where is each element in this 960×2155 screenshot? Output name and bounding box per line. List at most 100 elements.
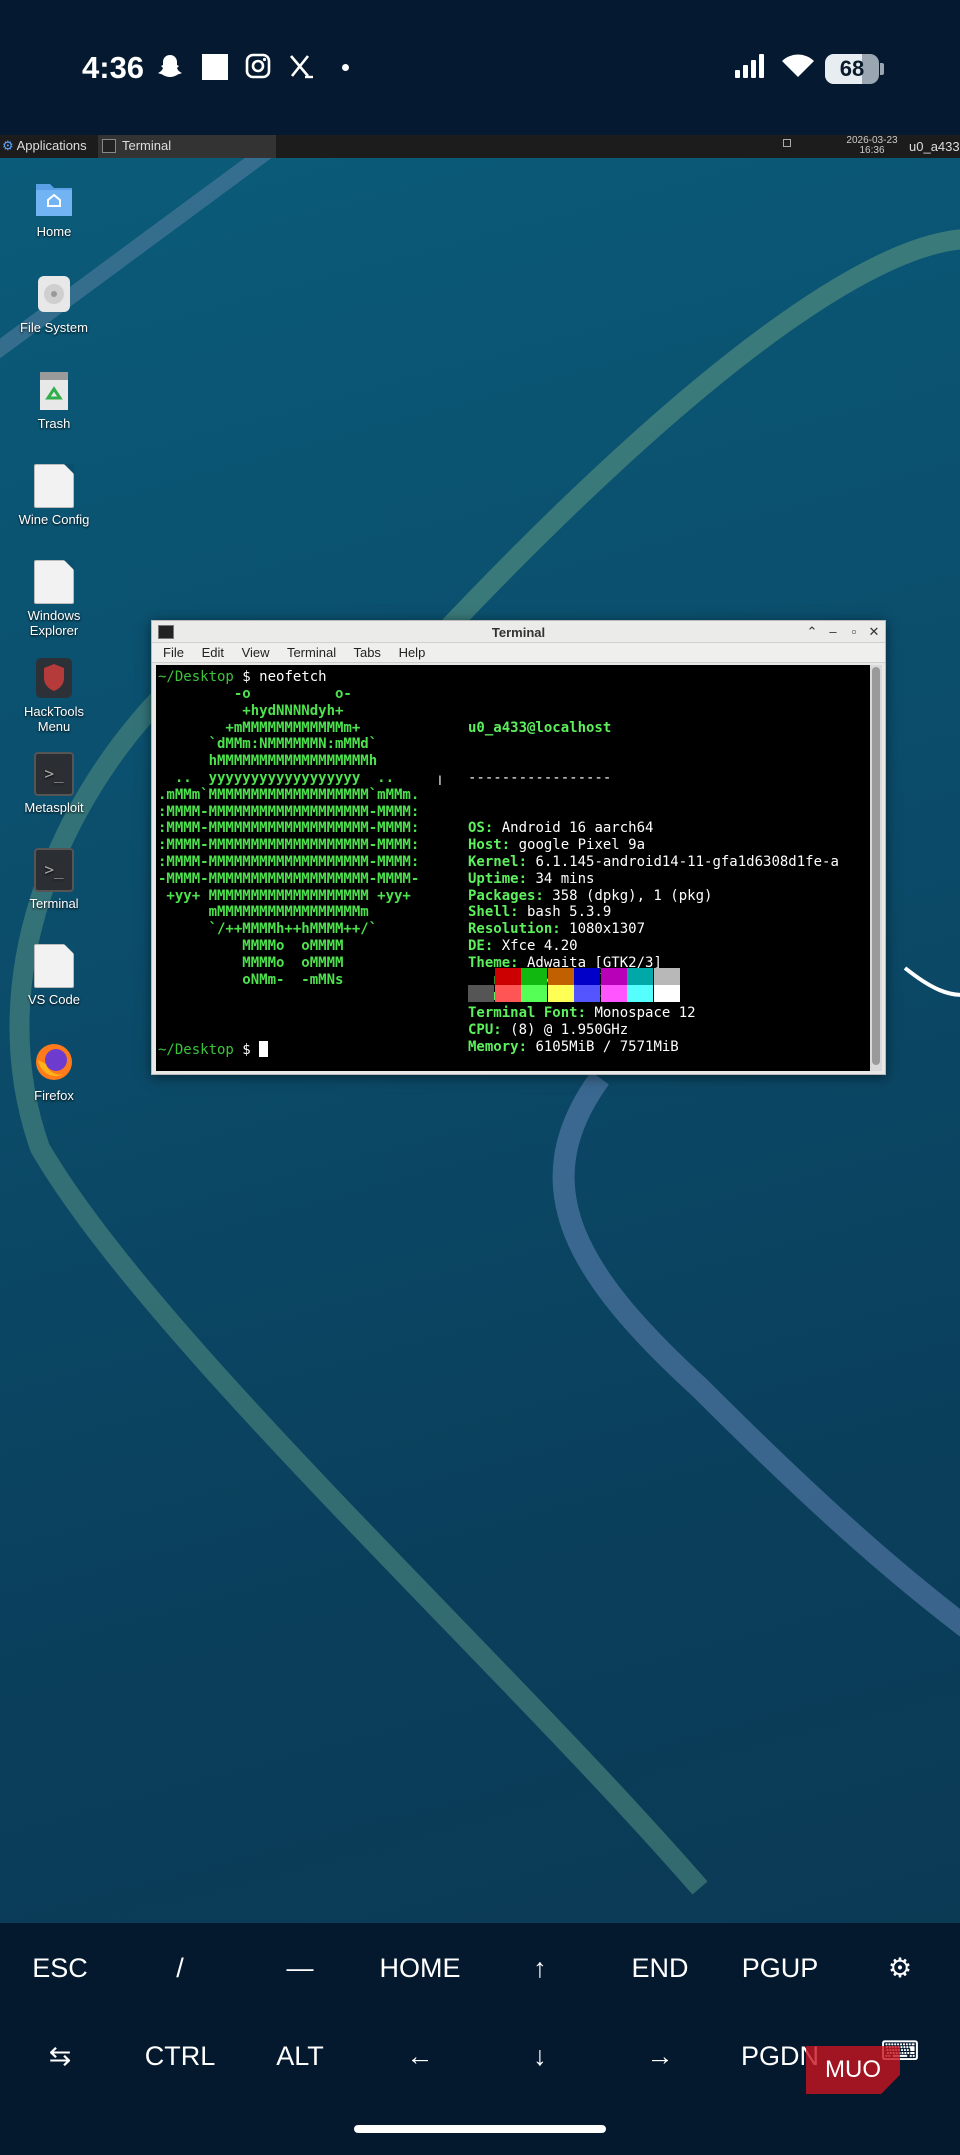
desktop-icon-trash[interactable]: Trash (8, 368, 100, 431)
palette-swatch (468, 985, 494, 1002)
logo-line: :MMMM-MMMMMMMMMMMMMMMMMMM-MMMM: (158, 820, 420, 837)
info-key: Resolution: (468, 921, 561, 938)
desktop-icon-label: Trash (37, 416, 71, 431)
key-alt[interactable]: ALT (240, 2026, 360, 2086)
applications-menu[interactable]: ⚙ Applications (2, 138, 87, 154)
chevron-up-icon[interactable]: ⌃ (803, 623, 821, 641)
info-value: 6105MiB / 7571MiB (527, 1038, 679, 1055)
palette-swatch (521, 985, 547, 1002)
android-ascii-logo: -o o- +hydNNNNdyh+ +mMMMMMMMMMMMMm+ `dMM… (158, 686, 419, 988)
palette-swatch (653, 985, 680, 1002)
menu-tabs[interactable]: Tabs (353, 645, 380, 660)
info-row: DE: Xfce 4.20 (468, 938, 839, 955)
desktop-icon-filesystem[interactable]: File System (8, 272, 100, 335)
trash-icon (34, 368, 74, 412)
logo-line: mMMMMMMMMMMMMMMMMMm (158, 904, 369, 921)
terminal-icon: >_ (34, 752, 74, 796)
key-ctrl[interactable]: CTRL (120, 2026, 240, 2086)
key-home[interactable]: HOME (360, 1938, 480, 1998)
close-icon[interactable]: ✕ (865, 623, 883, 641)
show-desktop-icon[interactable] (783, 139, 791, 147)
menu-help[interactable]: Help (399, 645, 426, 660)
maximize-icon[interactable]: ▫ (845, 623, 863, 641)
menu-file[interactable]: File (163, 645, 184, 660)
command-text: neofetch (259, 669, 327, 685)
xfce-panel: ⚙ Applications Terminal 2026-03-23 16:36… (0, 135, 960, 158)
prompt-path: ~/Desktop (158, 669, 234, 685)
key-end[interactable]: END (600, 1938, 720, 1998)
desktop-icon-terminal[interactable]: >_ Terminal (8, 848, 100, 911)
info-value: google Pixel 9a (510, 837, 646, 854)
info-separator: ----------------- (468, 769, 612, 786)
palette-swatch (574, 985, 600, 1002)
info-value: bash 5.3.9 (518, 904, 612, 921)
applications-label: Applications (16, 138, 87, 153)
logo-line: -o o- (158, 686, 352, 702)
key-down[interactable]: ↓ (480, 2026, 600, 2086)
android-nav-bar (0, 2103, 960, 2155)
ibeam-cursor-icon: I (438, 772, 442, 788)
desktop-icon-label: Home (36, 224, 72, 239)
info-row: OS: Android 16 aarch64 (468, 820, 839, 837)
key-dash[interactable]: — (240, 1938, 360, 1998)
desktop-icon-hacktools[interactable]: HackTools Menu (8, 656, 100, 734)
logo-line: MMMMo oMMMM (158, 954, 344, 971)
document-icon (34, 560, 74, 604)
info-value: 34 mins (527, 870, 595, 887)
desktop-icon-label: Windows Explorer (27, 608, 81, 638)
terminal-output[interactable]: ~/Desktop $ neofetch -o o- +hydNNNNdyh+ … (156, 665, 870, 1071)
palette-swatch (468, 968, 494, 985)
logo-line: .mMMm`MMMMMMMMMMMMMMMMMMM`mMMm. (158, 786, 420, 803)
key-up[interactable]: ↑ (480, 1938, 600, 1998)
terminal-scrollbar[interactable] (870, 665, 882, 1071)
menu-edit[interactable]: Edit (202, 645, 224, 660)
home-gesture-pill[interactable] (354, 2125, 606, 2133)
instagram-icon (243, 52, 273, 82)
command-line: ~/Desktop $ neofetch (158, 669, 327, 686)
desktop-icon-wine-config[interactable]: Wine Config (8, 464, 100, 527)
desktop-icon-label: Wine Config (18, 512, 90, 527)
info-value: Android 16 aarch64 (493, 820, 654, 837)
wifi-icon (780, 52, 816, 82)
minimize-icon[interactable]: – (824, 623, 842, 641)
desktop-icon-windows-explorer[interactable]: Windows Explorer (8, 560, 100, 638)
battery-tip (880, 63, 884, 75)
desktop-icon-firefox[interactable]: Firefox (8, 1040, 100, 1103)
desktop-icon-label: HackTools Menu (24, 704, 84, 734)
desktop-icon-metasploit[interactable]: >_ Metasploit (8, 752, 100, 815)
logo-line: :MMMM-MMMMMMMMMMMMMMMMMMM-MMMM: (158, 837, 420, 854)
window-titlebar[interactable]: Terminal ⌃ – ▫ ✕ (152, 621, 885, 643)
logo-line: oNMm- -mMNs (158, 971, 344, 988)
panel-clock[interactable]: 2026-03-23 16:36 (826, 136, 918, 156)
clock-time: 16:36 (859, 145, 885, 156)
document-icon (34, 944, 74, 988)
key-esc[interactable]: ESC (0, 1938, 120, 1998)
info-row: Uptime: 34 mins (468, 871, 839, 888)
palette-swatch (600, 985, 627, 1002)
info-key: Packages: (468, 887, 544, 904)
key-pgup[interactable]: PGUP (720, 1938, 840, 1998)
palette-swatch (627, 968, 653, 985)
info-key: Uptime: (468, 870, 528, 887)
terminal-window[interactable]: Terminal ⌃ – ▫ ✕ File Edit View Terminal… (151, 620, 886, 1075)
settings-gear-icon[interactable]: ⚙ (840, 1938, 960, 1998)
desktop-icon-label: Firefox (34, 1088, 74, 1103)
menu-view[interactable]: View (242, 645, 270, 660)
info-key: Host: (468, 837, 511, 854)
desktop-icon-vscode[interactable]: VS Code (8, 944, 100, 1007)
terminal-icon: >_ (34, 848, 74, 892)
key-left[interactable]: ← (360, 2026, 480, 2086)
panel-user[interactable]: u0_a433 (909, 139, 960, 154)
desktop-icon-label: VS Code (27, 992, 81, 1007)
active-prompt: ~/Desktop $ (158, 1041, 269, 1059)
desktop-icon-label: Metasploit (24, 800, 84, 815)
key-right[interactable]: → (600, 2026, 720, 2086)
palette-swatch (547, 985, 574, 1002)
taskbar-item-terminal[interactable]: Terminal (98, 135, 276, 158)
palette-swatch (494, 968, 521, 985)
key-slash[interactable]: / (120, 1938, 240, 1998)
key-tab-icon[interactable]: ⇆ (0, 2026, 120, 2086)
desktop-icon-home[interactable]: Home (8, 176, 100, 239)
scrollbar-thumb[interactable] (872, 667, 880, 1065)
menu-terminal[interactable]: Terminal (287, 645, 336, 660)
